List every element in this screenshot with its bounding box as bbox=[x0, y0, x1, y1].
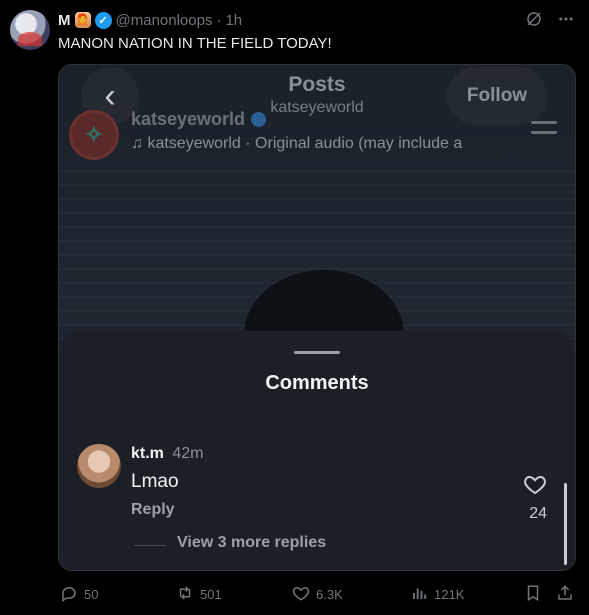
author-avatar[interactable] bbox=[10, 10, 50, 50]
comment-header: kt.m 42m bbox=[131, 445, 203, 463]
heart-icon[interactable] bbox=[523, 472, 547, 496]
sheet-drag-handle[interactable] bbox=[294, 351, 340, 354]
comments-title: Comments bbox=[265, 372, 369, 394]
share-icon[interactable] bbox=[556, 584, 574, 605]
more-icon[interactable] bbox=[557, 10, 575, 33]
comment-like-count: 24 bbox=[529, 505, 547, 522]
top-icons bbox=[525, 10, 575, 33]
views-icon bbox=[410, 584, 428, 605]
comments-sheet: Comments kt.m 42m Lmao Reply 24 View 3 m… bbox=[59, 331, 575, 570]
name-emoji: 🧑‍🦰 bbox=[74, 12, 91, 28]
tweet-text: MANON NATION IN THE FIELD TODAY! bbox=[58, 35, 332, 52]
separator: · bbox=[216, 11, 222, 29]
views-action[interactable]: 121K bbox=[410, 584, 464, 605]
handle[interactable]: @manonloops bbox=[116, 12, 213, 29]
tweet-actions: 50 501 6.3K 121K bbox=[58, 584, 576, 604]
reply-icon bbox=[60, 584, 78, 605]
views-count: 121K bbox=[434, 587, 465, 602]
display-name[interactable]: M bbox=[58, 12, 71, 29]
tweet-header: M 🧑‍🦰 ✓ @manonloops · 1h bbox=[58, 10, 242, 30]
reply-count: 50 bbox=[84, 587, 99, 602]
bookmark-icon[interactable] bbox=[524, 584, 542, 605]
comment-time: 42m bbox=[172, 445, 204, 462]
verified-icon bbox=[251, 112, 267, 127]
ig-account-avatar[interactable]: ✧ bbox=[69, 110, 119, 160]
comment-text: Lmao bbox=[131, 471, 179, 492]
reply-action[interactable]: 50 bbox=[60, 584, 98, 605]
ig-username[interactable]: katseyeworld bbox=[131, 109, 267, 130]
timestamp[interactable]: 1h bbox=[225, 12, 242, 29]
scrollbar[interactable] bbox=[564, 483, 567, 565]
action-right-group bbox=[524, 584, 574, 605]
verified-icon[interactable]: ✓ bbox=[94, 11, 112, 29]
ig-username-text: katseyeworld bbox=[131, 109, 246, 129]
repost-icon bbox=[176, 584, 194, 605]
ig-audio-label[interactable]: ♫ katseyeworld · Original audio (may inc… bbox=[131, 135, 462, 153]
grok-icon[interactable] bbox=[525, 10, 543, 33]
view-more-replies[interactable]: View 3 more replies bbox=[177, 534, 326, 552]
like-icon bbox=[292, 584, 310, 605]
follow-button[interactable]: Follow bbox=[447, 67, 547, 125]
reply-button[interactable]: Reply bbox=[131, 501, 175, 519]
menu-icon[interactable] bbox=[531, 121, 557, 134]
like-action[interactable]: 6.3K bbox=[292, 584, 343, 605]
repost-action[interactable]: 501 bbox=[176, 584, 222, 605]
commenter-name[interactable]: kt.m bbox=[131, 445, 164, 462]
embedded-video[interactable]: ‹ Posts katseyeworld Follow ✧ katseyewor… bbox=[58, 64, 576, 571]
like-count: 6.3K bbox=[316, 587, 343, 602]
repost-count: 501 bbox=[200, 587, 222, 602]
commenter-avatar[interactable] bbox=[77, 444, 121, 488]
view-more-divider bbox=[134, 545, 166, 546]
